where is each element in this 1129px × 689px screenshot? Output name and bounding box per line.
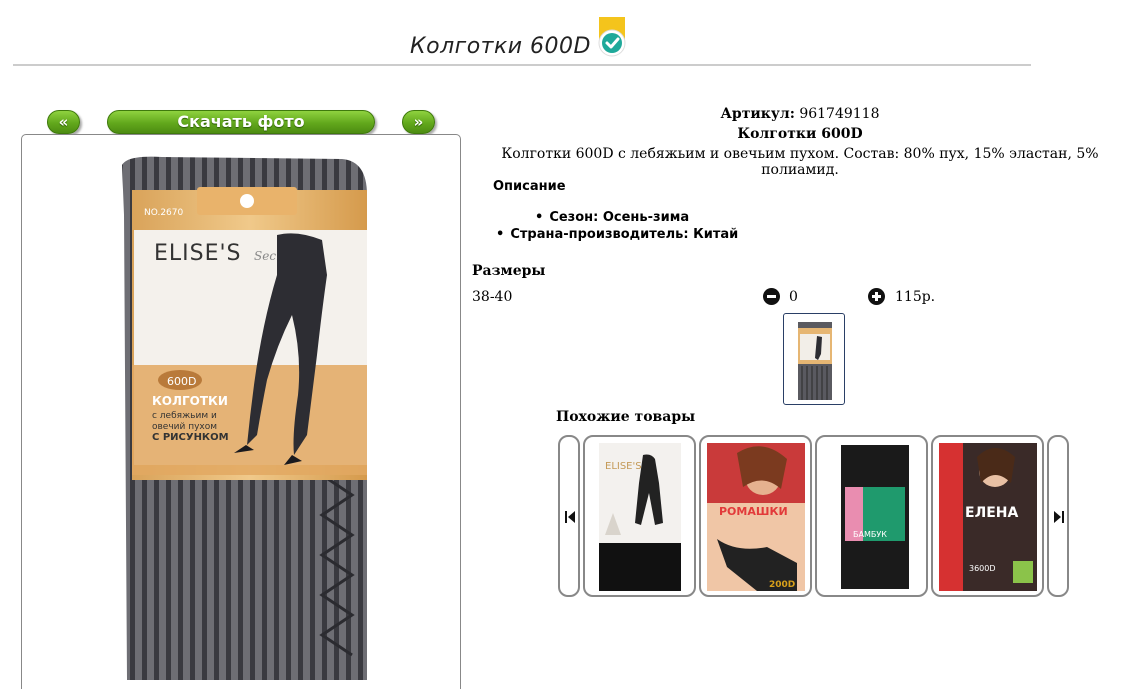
similar-heading: Похожие товары bbox=[556, 409, 696, 425]
title-divider bbox=[13, 64, 1031, 66]
product-image: NO.2670 ELISE'S Secret 600D КОЛГОТКИ с л… bbox=[122, 156, 367, 680]
skip-next-icon bbox=[1054, 511, 1064, 523]
similar-item[interactable]: БАМБУК bbox=[815, 435, 928, 597]
product-name: Колготки 600D bbox=[737, 126, 863, 142]
similar-brand: ЕЛЕНА bbox=[965, 505, 1018, 521]
pkg-model-no: NO.2670 bbox=[144, 208, 183, 218]
pkg-line1: КОЛГОТКИ bbox=[152, 394, 228, 408]
similar-item[interactable]: РОМАШКИ 200D bbox=[699, 435, 812, 597]
page-title: Колготки 600D bbox=[410, 34, 591, 59]
detail-country: Страна-производитель: Китай bbox=[496, 227, 738, 242]
similar-brand: ELISE'S bbox=[605, 461, 642, 472]
similar-item-image: РОМАШКИ 200D bbox=[707, 443, 805, 591]
similar-item[interactable]: ELISE'S bbox=[583, 435, 696, 597]
article-label: Артикул: bbox=[720, 106, 795, 122]
pkg-line4: С РИСУНКОМ bbox=[152, 432, 229, 443]
next-photo-button[interactable]: » bbox=[402, 110, 435, 134]
quantity-value: 0 bbox=[789, 289, 798, 305]
size-label: 38-40 bbox=[472, 289, 513, 305]
prev-photo-button[interactable]: « bbox=[47, 110, 80, 134]
pkg-line2: с лебяжьим и bbox=[152, 411, 217, 421]
similar-item-image: ELISE'S bbox=[599, 443, 681, 591]
similar-item-image: БАМБУК bbox=[841, 445, 909, 589]
detail-season: Сезон: Осень-зима bbox=[535, 210, 689, 225]
photo-thumbnail[interactable] bbox=[783, 313, 845, 405]
verified-badge-icon bbox=[598, 17, 626, 57]
similar-badge: 200D bbox=[769, 580, 795, 590]
article-value: 961749118 bbox=[799, 106, 880, 122]
carousel-next-button[interactable] bbox=[1047, 435, 1069, 597]
skip-prev-icon bbox=[565, 511, 575, 523]
pkg-line3: овечий пухом bbox=[152, 422, 217, 432]
similar-badge: 3600D bbox=[969, 564, 996, 573]
similar-item-image: ЕЛЕНА 3600D bbox=[939, 443, 1037, 591]
similar-brand: БАМБУК bbox=[853, 530, 887, 539]
size-price: 115р. bbox=[895, 289, 936, 305]
download-photo-button[interactable]: Скачать фото bbox=[107, 110, 375, 134]
carousel-prev-button[interactable] bbox=[558, 435, 580, 597]
minus-icon[interactable] bbox=[763, 288, 780, 305]
product-description: Колготки 600D с лебяжьим и овечьим пухом… bbox=[501, 146, 1099, 178]
plus-icon[interactable] bbox=[868, 288, 885, 305]
details-heading: Описание bbox=[493, 179, 566, 194]
article-line: Артикул: 961749118 bbox=[471, 106, 1129, 122]
similar-item[interactable]: ЕЛЕНА 3600D bbox=[931, 435, 1044, 597]
pkg-density: 600D bbox=[167, 375, 196, 388]
product-photo[interactable]: NO.2670 ELISE'S Secret 600D КОЛГОТКИ с л… bbox=[21, 134, 461, 689]
pkg-brand: ELISE'S bbox=[154, 241, 242, 266]
similar-brand: РОМАШКИ bbox=[719, 505, 788, 518]
sizes-heading: Размеры bbox=[472, 263, 546, 279]
